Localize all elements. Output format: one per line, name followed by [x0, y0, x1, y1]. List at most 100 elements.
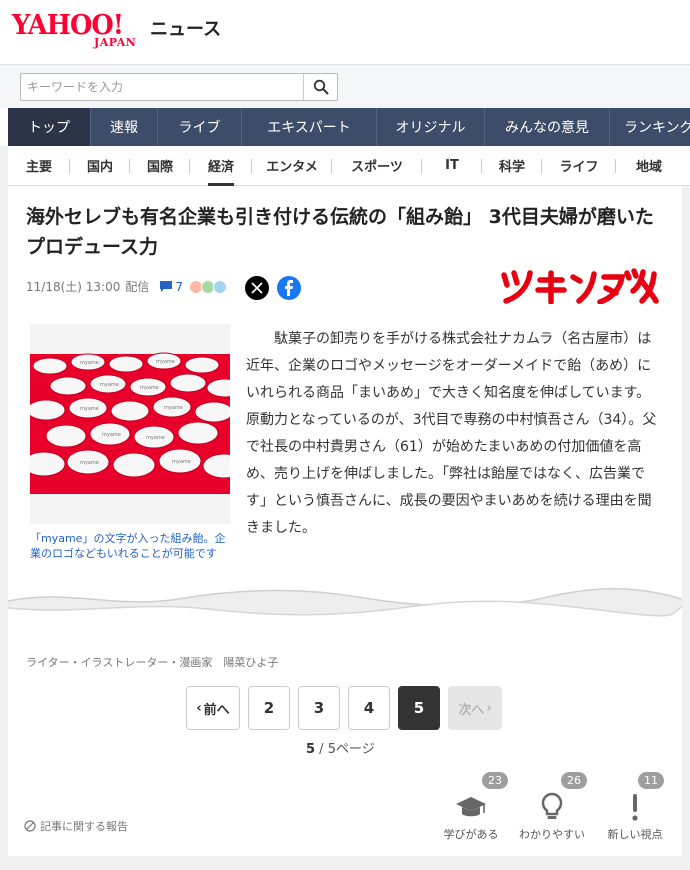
- next-label: 次へ: [458, 702, 485, 718]
- category-sports[interactable]: スポーツ: [332, 146, 422, 186]
- main-nav-label: みんなの意見: [505, 120, 589, 136]
- search-box: [20, 73, 338, 101]
- page-gutter: [0, 146, 8, 870]
- photo-caption[interactable]: 「myame」の文字が入った組み飴。企業のロゴなどもいれることが可能です: [30, 531, 236, 561]
- main-nav-ranking[interactable]: ランキング: [610, 108, 690, 146]
- article-body: 駄菓子の卸売りを手がける株式会社ナカムラ（名古屋市）は近年、企業のロゴやメッセー…: [246, 326, 664, 542]
- article-date: 11/18(土) 13:00: [26, 280, 121, 294]
- reaction-count: 11: [638, 772, 664, 789]
- category-nav: 主要 国内 国際 経済 エンタメ スポーツ IT 科学 ライフ 地域: [8, 146, 690, 186]
- page-2-button[interactable]: 2: [248, 686, 290, 730]
- category-world[interactable]: 国際: [130, 146, 190, 186]
- report-label: 記事に関する報告: [40, 820, 128, 833]
- reaction-label: わかりやすい: [519, 828, 585, 841]
- prev-label: 前へ: [203, 702, 230, 718]
- page-indicator: 5 / 5ページ: [306, 738, 375, 757]
- comment-icon: [160, 281, 173, 292]
- main-nav-top[interactable]: トップ: [8, 108, 91, 146]
- current-page: 5: [398, 686, 440, 730]
- category-it[interactable]: IT: [422, 146, 482, 186]
- main-nav-label: エキスパート: [267, 120, 351, 136]
- publisher-logo-graphic: [501, 268, 659, 305]
- reaction-count: 26: [561, 772, 587, 789]
- x-logo-icon: [251, 282, 263, 294]
- facebook-share-button[interactable]: [277, 276, 301, 300]
- page-separator: /: [315, 742, 328, 757]
- article-date-suffix: 配信: [125, 280, 150, 294]
- main-nav-label: ランキング: [624, 120, 690, 136]
- svg-text:myame: myame: [156, 359, 175, 365]
- main-nav-opinions[interactable]: みんなの意見: [485, 108, 610, 146]
- search-input[interactable]: [21, 74, 303, 100]
- main-nav-expert[interactable]: エキスパート: [242, 108, 377, 146]
- category-label: ライフ: [559, 160, 599, 175]
- svg-text:myame: myame: [80, 360, 99, 366]
- logo-sub-text: JAPAN: [94, 36, 137, 49]
- svg-text:myame: myame: [102, 432, 121, 438]
- site-header: YAHOO! JAPAN ニュース: [0, 0, 690, 64]
- page-4-button[interactable]: 4: [348, 686, 390, 730]
- reaction-label: 学びがある: [443, 828, 499, 841]
- main-nav-live[interactable]: ライブ: [158, 108, 242, 146]
- candy-photo-graphic: myame myame myame myame myame myame myame myam…: [30, 324, 230, 524]
- svg-text:myame: myame: [140, 385, 159, 391]
- main-nav-label: ライブ: [178, 120, 221, 136]
- total-pages: 5: [327, 742, 336, 757]
- page-number: 4: [363, 699, 375, 717]
- search-button[interactable]: [303, 74, 337, 100]
- main-nav-label: トップ: [28, 120, 70, 136]
- main-nav-breaking[interactable]: 速報: [91, 108, 158, 146]
- exclamation-icon: [600, 790, 670, 824]
- category-main[interactable]: 主要: [8, 146, 70, 186]
- graduation-cap-icon: [436, 790, 506, 824]
- page-3-button[interactable]: 3: [298, 686, 340, 730]
- category-entertainment[interactable]: エンタメ: [252, 146, 332, 186]
- service-name[interactable]: ニュース: [150, 15, 221, 41]
- category-local[interactable]: 地域: [616, 146, 682, 186]
- category-economy[interactable]: 経済: [190, 146, 252, 186]
- page-suffix: ページ: [335, 742, 375, 757]
- svg-text:myame: myame: [100, 382, 119, 388]
- report-link[interactable]: 記事に関する報告: [24, 818, 128, 834]
- chevron-left-icon: ‹: [196, 700, 202, 716]
- main-nav-original[interactable]: オリジナル: [377, 108, 485, 146]
- sad-face-icon: [213, 279, 227, 294]
- svg-text:myame: myame: [172, 459, 191, 465]
- article-title: 海外セレブも有名企業も引き付ける伝統の「組み飴」 3代目夫婦が磨いたプロデュース…: [26, 206, 654, 258]
- main-nav: トップ 速報 ライブ エキスパート オリジナル みんなの意見 ランキング: [8, 108, 690, 146]
- page-number: 2: [263, 699, 275, 717]
- yahoo-japan-logo[interactable]: YAHOO! JAPAN: [12, 10, 152, 50]
- article-meta: 11/18(土) 13:00 配信 7: [26, 278, 227, 295]
- svg-text:myame: myame: [80, 406, 99, 412]
- article-body-text: 駄菓子の卸売りを手がける株式会社ナカムラ（名古屋市）は近年、企業のロゴやメッセー…: [246, 331, 657, 536]
- reaction-faces: [189, 279, 227, 294]
- category-label: 経済: [207, 146, 234, 186]
- pagination: ‹ 前へ 2 3 4 5 次へ ›: [186, 686, 510, 730]
- category-label: 科学: [498, 160, 525, 175]
- comment-link[interactable]: 7: [159, 280, 183, 294]
- content-truncation-tear: [8, 588, 682, 621]
- page-gutter: [682, 186, 690, 870]
- category-domestic[interactable]: 国内: [70, 146, 130, 186]
- article-author[interactable]: ライター・イラストレーター・漫画家 陽菜ひよ子: [26, 654, 278, 670]
- category-life[interactable]: ライフ: [542, 146, 616, 186]
- reaction-label: 新しい視点: [607, 828, 663, 841]
- x-share-button[interactable]: [245, 276, 269, 300]
- chevron-right-icon: ›: [486, 700, 492, 716]
- page-number: 5: [413, 699, 425, 717]
- main-nav-label: 速報: [110, 120, 138, 136]
- search-icon: [313, 79, 328, 95]
- svg-text:myame: myame: [164, 405, 183, 411]
- current-page-number: 5: [306, 742, 316, 757]
- article-photo[interactable]: myame myame myame myame myame myame myame myam…: [30, 324, 230, 524]
- prev-page-button[interactable]: ‹ 前へ: [186, 686, 240, 730]
- svg-text:myame: myame: [80, 460, 99, 466]
- page-number: 3: [313, 699, 325, 717]
- category-science[interactable]: 科学: [482, 146, 542, 186]
- prohibited-icon: [24, 820, 36, 832]
- search-bar: [0, 64, 690, 108]
- reaction-count: 23: [482, 772, 508, 789]
- publisher-logo[interactable]: [496, 268, 666, 305]
- page-gutter: [0, 856, 690, 870]
- lightbulb-icon: [517, 790, 587, 824]
